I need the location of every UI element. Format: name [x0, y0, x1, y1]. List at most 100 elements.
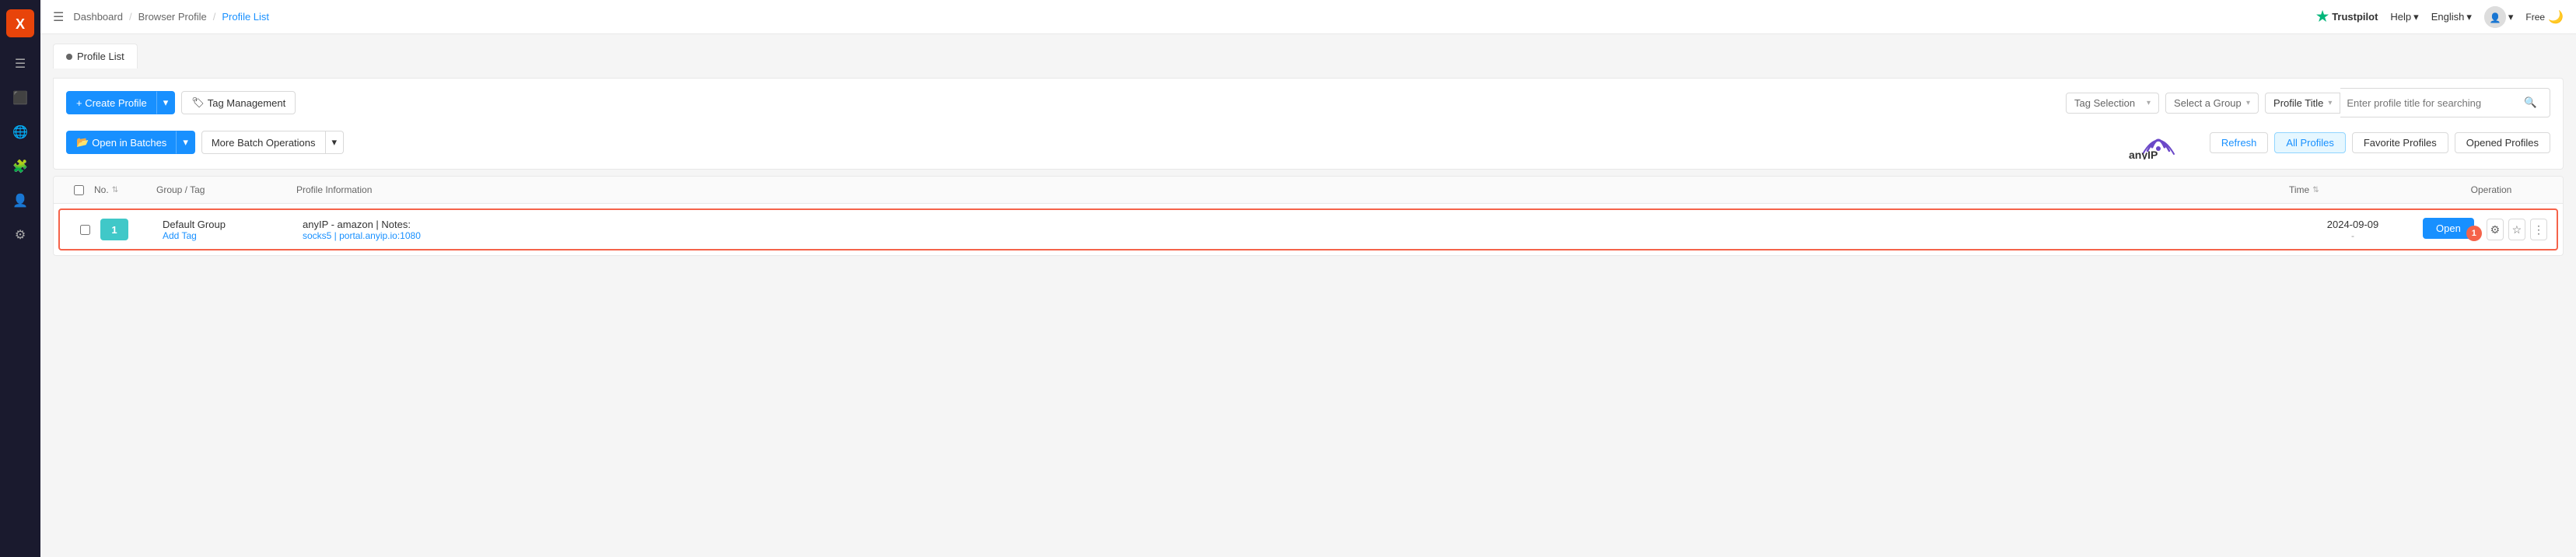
anyip-logo: anyIP [2129, 125, 2191, 159]
row-info-col: anyIP - amazon | Notes: socks5 | portal.… [303, 219, 2283, 241]
open-batches-label: Open in Batches [92, 137, 166, 149]
row-operation-col: Open 1 ⚙ ☆ ⋮ [2423, 218, 2547, 241]
svg-text:X: X [16, 16, 25, 32]
operation-header-label: Operation [2471, 184, 2512, 195]
profile-title-label: Profile Title [2273, 97, 2323, 109]
favorite-icon-button[interactable]: ☆ [2508, 219, 2525, 240]
profile-title-search: Profile Title ▾ 🔍 [2265, 88, 2550, 117]
all-profiles-tab[interactable]: All Profiles [2274, 132, 2345, 153]
profile-date: 2024-09-09 [2283, 219, 2423, 230]
sidebar-icon-globe[interactable]: 🌐 [6, 118, 34, 146]
sidebar-icon-settings[interactable]: ⚙ [6, 221, 34, 249]
search-button[interactable]: 🔍 [2518, 93, 2543, 113]
settings-icon-button[interactable]: ⚙ [2487, 219, 2504, 240]
no-header-label: No. [94, 184, 109, 195]
tabs-row: Refresh All Profiles Favorite Profiles O… [2210, 132, 2550, 153]
sidebar-icon-dashboard[interactable]: ⬛ [6, 84, 34, 112]
table-header-no: No. ⇅ [94, 184, 156, 195]
topnav-right: ★ Trustpilot Help ▾ English ▾ 👤 ▾ [2316, 6, 2564, 28]
table-header: No. ⇅ Group / Tag Profile Information Ti… [54, 177, 2563, 204]
trustpilot-badge[interactable]: ★ Trustpilot [2316, 9, 2378, 25]
row-checkbox[interactable] [80, 225, 90, 235]
profile-subtitle[interactable]: socks5 | portal.anyip.io:1080 [303, 230, 2283, 241]
profile-title-chevron-icon: ▾ [2328, 99, 2332, 107]
user-menu[interactable]: 👤 ▾ [2484, 6, 2514, 28]
tag-management-button[interactable]: 🏷 Tag Management [181, 91, 296, 114]
table-header-time: Time ⇅ [2289, 184, 2429, 195]
sidebar: X ☰ ⬛ 🌐 🧩 👤 ⚙ [0, 0, 40, 557]
breadcrumb-sep-2: / [213, 11, 216, 23]
breadcrumb-sep-1: / [129, 11, 132, 23]
tag-management-label: Tag Management [208, 97, 285, 109]
profile-info-header-label: Profile Information [296, 184, 372, 195]
page-title-dot-icon [66, 54, 72, 60]
opened-profiles-tab[interactable]: Opened Profiles [2455, 132, 2550, 153]
sidebar-icon-puzzle[interactable]: 🧩 [6, 152, 34, 180]
toolbar: + Create Profile ▾ 🏷 Tag Management Tag … [53, 78, 2564, 170]
language-selector[interactable]: English ▾ [2431, 11, 2472, 23]
group-tag-header-label: Group / Tag [156, 184, 205, 195]
more-batch-ops-group: More Batch Operations ▾ [201, 131, 344, 154]
trustpilot-star-icon: ★ [2316, 9, 2329, 25]
open-batches-icon: 📂 [76, 136, 89, 149]
profile-time-dash: - [2283, 230, 2423, 241]
open-with-badge: Open 1 [2423, 218, 2482, 241]
profile-table: No. ⇅ Group / Tag Profile Information Ti… [53, 176, 2564, 256]
tag-selection-dropdown[interactable]: Tag Selection ▾ [2066, 93, 2159, 114]
sidebar-icon-user[interactable]: 👤 [6, 187, 34, 215]
table-header-profile-info: Profile Information [296, 184, 2289, 195]
main-content: ☰ Dashboard / Browser Profile / Profile … [40, 0, 2576, 557]
select-group-chevron-icon: ▾ [2246, 99, 2250, 107]
more-options-icon-button[interactable]: ⋮ [2530, 219, 2547, 240]
sidebar-logo[interactable]: X [6, 9, 34, 37]
row-time-col: 2024-09-09 - [2283, 219, 2423, 241]
svg-text:anyIP: anyIP [2129, 149, 2158, 159]
page-title: Profile List [77, 51, 124, 62]
svg-text:👤: 👤 [2489, 12, 2501, 23]
tag-selection-chevron-icon: ▾ [2147, 99, 2151, 107]
profile-title-select[interactable]: Profile Title ▾ [2265, 93, 2340, 114]
table-row: 1 Default Group Add Tag anyIP - amazon |… [58, 208, 2558, 250]
select-group-label: Select a Group [2174, 97, 2242, 109]
breadcrumb-dashboard[interactable]: Dashboard [73, 11, 123, 23]
favorite-profiles-tab[interactable]: Favorite Profiles [2352, 132, 2448, 153]
avatar: 👤 [2484, 6, 2506, 28]
time-header-label: Time [2289, 184, 2309, 195]
breadcrumb-browser-profile[interactable]: Browser Profile [138, 11, 207, 23]
create-profile-group: + Create Profile ▾ [66, 91, 175, 114]
group-name: Default Group [163, 219, 303, 230]
create-profile-dropdown-button[interactable]: ▾ [157, 91, 176, 114]
free-label: Free [2525, 12, 2545, 23]
table-header-checkbox-col [63, 185, 94, 195]
time-sort-icon[interactable]: ⇅ [2312, 186, 2319, 194]
help-button[interactable]: Help ▾ [2390, 11, 2418, 23]
open-badge: 1 [2466, 226, 2482, 241]
page-title-tab: Profile List [53, 44, 138, 68]
more-batch-operations-button[interactable]: More Batch Operations [201, 131, 326, 154]
no-sort-icon[interactable]: ⇅ [112, 186, 118, 194]
breadcrumb: ☰ Dashboard / Browser Profile / Profile … [53, 9, 269, 25]
profile-number-badge: 1 [100, 219, 128, 240]
toolbar-row-2: 📂 Open in Batches ▾ More Batch Operation… [66, 125, 2550, 159]
help-chevron-icon: ▾ [2413, 11, 2419, 23]
select-group-dropdown[interactable]: Select a Group ▾ [2165, 93, 2259, 114]
more-batch-ops-dropdown[interactable]: ▾ [326, 131, 345, 154]
select-all-checkbox[interactable] [74, 185, 84, 195]
open-in-batches-dropdown[interactable]: ▾ [177, 131, 195, 154]
page-content: Profile List + Create Profile ▾ 🏷 Tag Ma… [40, 34, 2576, 557]
open-in-batches-group: 📂 Open in Batches ▾ [66, 131, 195, 154]
top-navigation: ☰ Dashboard / Browser Profile / Profile … [40, 0, 2576, 34]
refresh-button[interactable]: Refresh [2210, 132, 2269, 153]
row-group-col: Default Group Add Tag [163, 219, 303, 241]
sidebar-icon-menu[interactable]: ☰ [6, 50, 34, 78]
anyip-svg: anyIP [2129, 125, 2191, 159]
create-profile-button[interactable]: + Create Profile [66, 91, 157, 114]
add-tag-link[interactable]: Add Tag [163, 230, 303, 241]
free-badge[interactable]: Free 🌙 [2525, 9, 2564, 25]
table-header-group-tag: Group / Tag [156, 184, 296, 195]
open-in-batches-button[interactable]: 📂 Open in Batches [66, 131, 177, 154]
row-number-col: 1 [100, 219, 163, 240]
hamburger-icon[interactable]: ☰ [53, 9, 64, 25]
search-input[interactable] [2347, 97, 2518, 109]
profile-title-text: anyIP - amazon | Notes: [303, 219, 2283, 230]
